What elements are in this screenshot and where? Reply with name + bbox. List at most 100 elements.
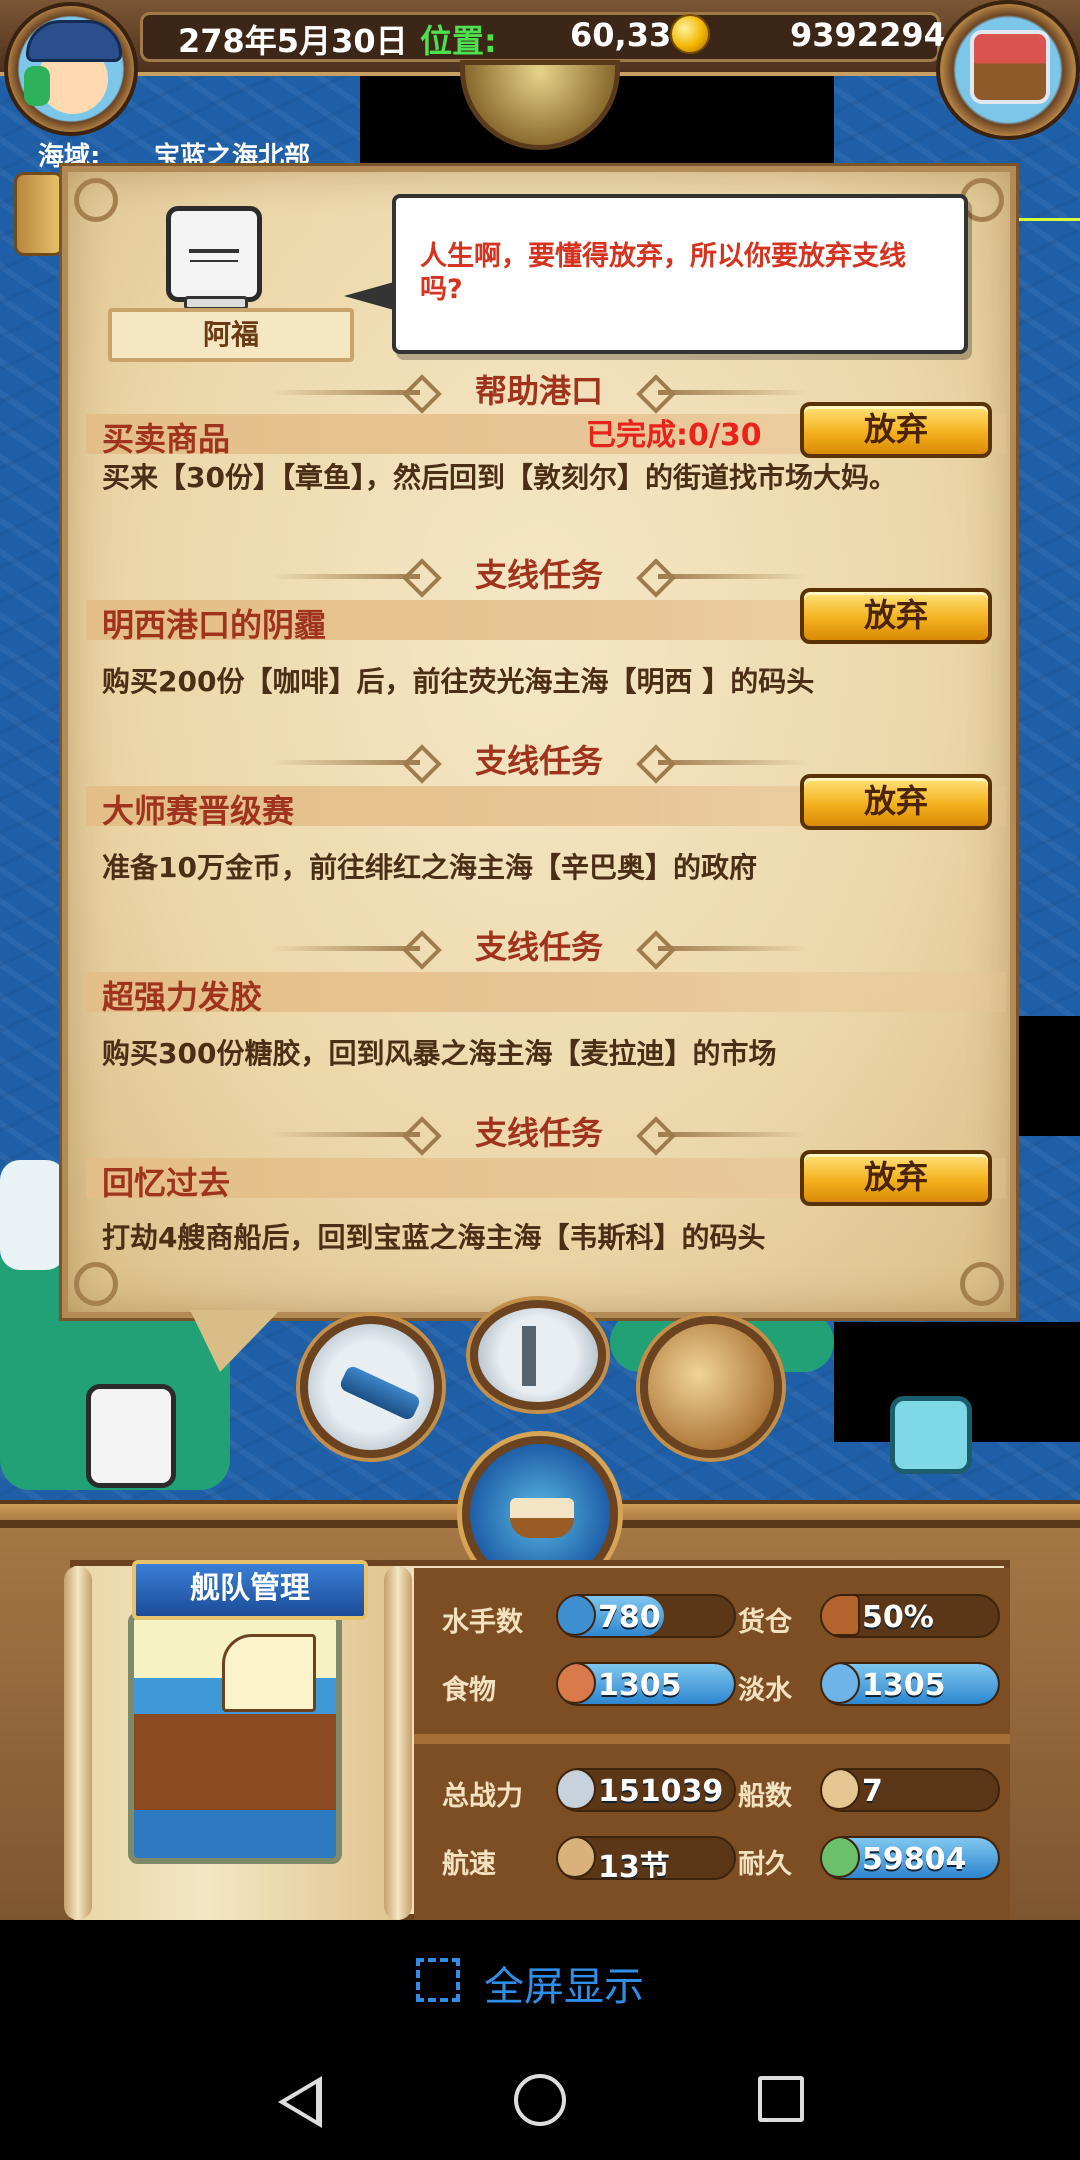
- world-map-button[interactable]: [640, 1316, 782, 1458]
- treasure-chest-icon: [970, 30, 1050, 104]
- quest-title: 回忆过去: [102, 1164, 231, 1202]
- fleet-ship-image[interactable]: [128, 1612, 342, 1864]
- abandon-quest-button[interactable]: 放弃: [800, 1150, 992, 1206]
- npc-portrait: [166, 206, 262, 302]
- water-jug-icon: [822, 1664, 860, 1704]
- stat-value-sailors: 780: [598, 1600, 661, 1635]
- ship-count-icon: [822, 1770, 860, 1810]
- stat-value-ships: 7: [862, 1774, 883, 1809]
- stat-value-cargo: 50%: [862, 1600, 934, 1635]
- quest-description: 购买300份糖胶，回到风暴之海主海【麦拉迪】的市场: [102, 1037, 777, 1070]
- stat-label-ships: 船数: [738, 1781, 792, 1812]
- stat-value-speed: 13节: [598, 1850, 670, 1880]
- section-title: 支线任务: [474, 556, 603, 594]
- dialog-tail: [190, 1310, 280, 1372]
- abandon-quest-button[interactable]: 放弃: [800, 588, 992, 644]
- npc-mascot: [86, 1384, 176, 1488]
- dialog-corner-ornament: [74, 1262, 118, 1306]
- stat-label-food: 食物: [442, 1675, 496, 1706]
- quest-description: 打劫4艘商船后，回到宝蓝之海主海【韦斯科】的码头: [102, 1221, 766, 1254]
- dialog-corner-ornament: [74, 178, 118, 222]
- cat-mascot: [890, 1396, 972, 1474]
- hull-repair-icon: [822, 1838, 860, 1878]
- treasure-chest-button[interactable]: [936, 0, 1080, 140]
- quest-title: 买卖商品: [102, 420, 231, 458]
- stat-value-water: 1305: [862, 1668, 946, 1703]
- fullscreen-button[interactable]: 全屏显示: [484, 1954, 644, 2012]
- player-avatar[interactable]: [4, 2, 138, 136]
- flourish-ornament: [270, 946, 420, 951]
- gold-amount: 9392294: [790, 16, 946, 54]
- unloaded-map-area: [1018, 1016, 1080, 1136]
- scroll-rod: [384, 1566, 412, 1920]
- position-label: 位置:: [420, 22, 497, 60]
- ship-icon: [510, 1498, 574, 1538]
- game-date: 278年5月30日: [178, 22, 408, 60]
- quest-title: 超强力发胶: [102, 978, 263, 1016]
- stat-bar-water: 1305: [820, 1662, 1000, 1706]
- expand-icon[interactable]: [416, 1958, 460, 2002]
- stat-value-durability: 59804: [862, 1842, 967, 1877]
- recent-apps-icon[interactable]: [758, 2076, 804, 2122]
- gold-coin-icon: [670, 14, 710, 54]
- stat-bar-speed: 13节: [556, 1836, 736, 1880]
- flourish-ornament: [270, 574, 420, 579]
- crossed-swords-icon: [558, 1770, 596, 1810]
- npc-speech-bubble: 人生啊，要懂得放弃，所以你要放弃支线吗?: [392, 194, 968, 354]
- stat-bar-power: 151039: [556, 1768, 736, 1812]
- anchor-button[interactable]: [470, 1300, 606, 1410]
- scroll-rod: [64, 1566, 92, 1920]
- stat-label-speed: 航速: [442, 1849, 496, 1880]
- section-title: 帮助港口: [474, 372, 603, 410]
- abandon-quest-button[interactable]: 放弃: [800, 402, 992, 458]
- stat-bar-sailors: 780: [556, 1594, 736, 1638]
- sailboat-icon: [558, 1838, 596, 1878]
- back-icon[interactable]: [278, 2076, 322, 2128]
- stats-divider: [414, 1734, 1010, 1744]
- island-coast: [0, 1160, 66, 1270]
- stat-value-power: 151039: [598, 1774, 724, 1809]
- flourish-ornament: [658, 760, 808, 765]
- avatar-hair: [24, 66, 50, 106]
- quest-title: 明西港口的阴霾: [102, 606, 327, 644]
- route-line: [1016, 218, 1080, 221]
- position-value: 60,33: [570, 16, 672, 54]
- stat-label-durability: 耐久: [738, 1849, 792, 1880]
- speech-bubble-pointer: [344, 282, 394, 310]
- stat-label-sailors: 水手数: [442, 1607, 523, 1638]
- stat-bar-food: 1305: [556, 1662, 736, 1706]
- meat-icon: [558, 1664, 596, 1704]
- dialog-corner-ornament: [960, 1262, 1004, 1306]
- flourish-ornament: [658, 390, 808, 395]
- fleet-management-button[interactable]: 舰队管理: [132, 1560, 368, 1620]
- section-title: 支线任务: [474, 1114, 603, 1152]
- stat-bar-durability: 59804: [820, 1836, 1000, 1880]
- stat-label-cargo: 货仓: [738, 1607, 792, 1638]
- flourish-ornament: [270, 390, 420, 395]
- section-title: 支线任务: [474, 742, 603, 780]
- stat-value-food: 1305: [598, 1668, 682, 1703]
- stat-label-water: 淡水: [738, 1675, 792, 1706]
- npc-name: 阿福: [108, 308, 354, 362]
- side-menu-tab[interactable]: [14, 172, 64, 256]
- stat-label-power: 总战力: [442, 1781, 523, 1812]
- section-title: 支线任务: [474, 928, 603, 966]
- sailor-icon: [558, 1596, 596, 1636]
- abandon-quest-button[interactable]: 放弃: [800, 774, 992, 830]
- cargo-crate-icon: [822, 1596, 860, 1636]
- anchor-icon: [522, 1326, 536, 1386]
- npc-eyes: [189, 249, 239, 253]
- section-header: 支线任务: [62, 924, 1016, 970]
- spyglass-button[interactable]: [300, 1316, 442, 1458]
- flourish-ornament: [270, 760, 420, 765]
- stat-bar-ships: 7: [820, 1768, 1000, 1812]
- quest-title: 大师赛晋级赛: [102, 792, 295, 830]
- flourish-ornament: [658, 946, 808, 951]
- pirate-hat-icon: [26, 20, 122, 62]
- quest-description: 准备10万金币，前往绯红之海主海【辛巴奥】的政府: [102, 851, 757, 884]
- spyglass-icon: [338, 1364, 422, 1422]
- home-icon[interactable]: [514, 2074, 566, 2126]
- quest-description: 买来【30份】【章鱼】，然后回到【敦刻尔】的街道找市场大妈。: [102, 461, 897, 494]
- stat-bar-cargo: 50%: [820, 1594, 1000, 1638]
- quest-progress: 已完成:0/30: [586, 418, 762, 453]
